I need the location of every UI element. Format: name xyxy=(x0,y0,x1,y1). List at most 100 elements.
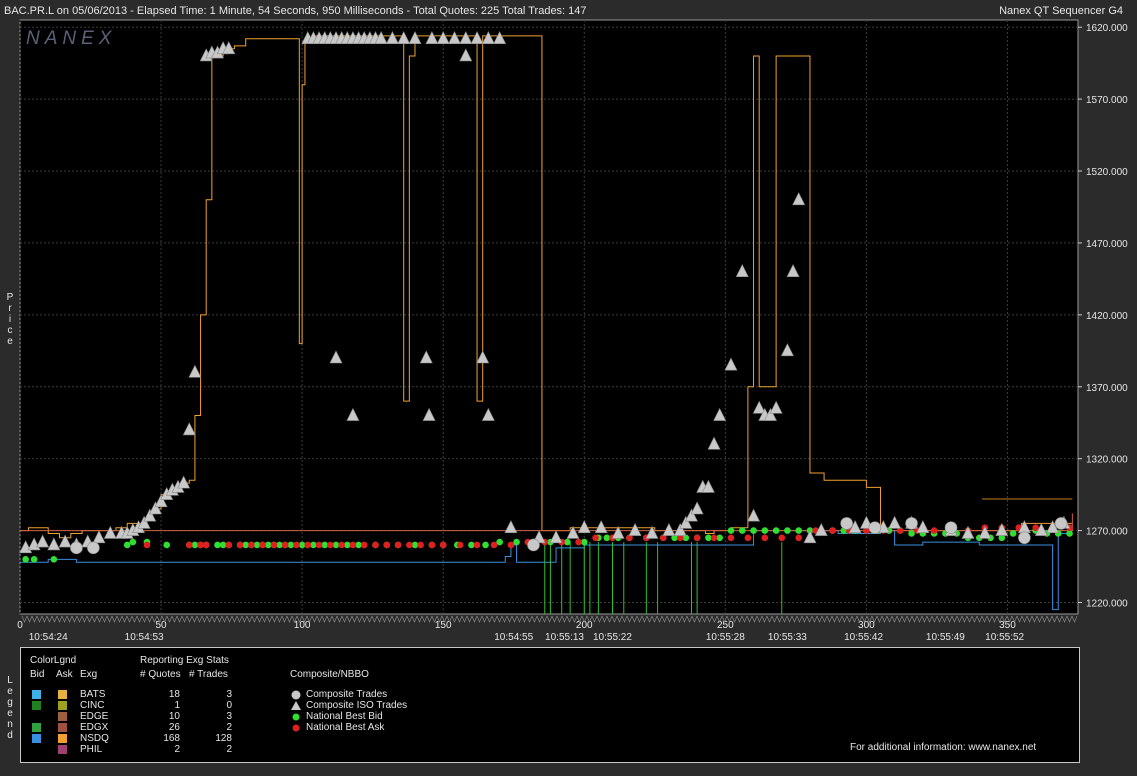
x-tick-label: 350 xyxy=(999,620,1016,631)
national-best-bid-point xyxy=(22,556,29,563)
national-best-ask-point xyxy=(417,541,424,549)
national-best-bid-point xyxy=(276,541,283,549)
national-best-ask-point xyxy=(693,534,701,542)
composite-header: Composite/NBBO xyxy=(290,669,369,680)
x-tick-label: 0 xyxy=(17,620,23,631)
legend-side-label-char: d xyxy=(7,730,13,741)
trades-column-header: # Trades xyxy=(189,669,228,680)
national-best-bid-point xyxy=(513,538,520,546)
x-tick-label: 300 xyxy=(858,620,875,631)
composite-trade-point xyxy=(70,541,83,555)
exchange-name: EDGE xyxy=(80,711,109,722)
time-label: 10:55:49 xyxy=(926,632,965,643)
national-best-ask-point xyxy=(293,541,300,549)
national-best-bid-point xyxy=(332,541,340,549)
trade-count: 2 xyxy=(226,722,232,733)
national-best-ask-point xyxy=(143,541,151,549)
national-best-ask-point xyxy=(360,541,368,549)
legend-side-label-char: e xyxy=(7,708,13,719)
composite-trade-point xyxy=(87,541,100,555)
national-best-bid-point xyxy=(1009,530,1017,537)
national-best-bid-point xyxy=(716,534,723,542)
national-best-ask-point xyxy=(372,541,379,549)
y-tick-label: 1270.000 xyxy=(1086,527,1128,538)
composite-trade-point xyxy=(905,517,918,530)
national-best-bid-point xyxy=(343,541,351,549)
national-best-bid-point xyxy=(738,527,746,534)
y-tick-label: 1220.000 xyxy=(1086,598,1128,609)
national-best-ask-point xyxy=(338,541,345,549)
color-legend-header: ColorLgnd xyxy=(30,655,77,666)
ask-column-header: Ask xyxy=(56,669,73,680)
national-best-ask-point xyxy=(829,527,836,534)
time-label: 10:54:24 xyxy=(29,632,68,643)
national-best-ask-point xyxy=(270,541,278,549)
time-label: 10:55:13 xyxy=(545,632,584,643)
ask-color-swatch xyxy=(58,745,67,754)
national-best-ask-point xyxy=(456,541,464,549)
national-best-bid-point xyxy=(321,541,329,549)
time-label: 10:55:33 xyxy=(768,632,807,643)
quotes-column-header: # Quotes xyxy=(140,669,181,680)
legend-side-label-char: e xyxy=(7,686,13,697)
national-best-ask-point xyxy=(236,541,244,549)
quote-count: 2 xyxy=(174,744,180,755)
time-label: 10:54:53 xyxy=(125,632,164,643)
national-best-bid-point xyxy=(603,534,611,542)
trade-count: 3 xyxy=(226,689,232,700)
national-best-bid-point xyxy=(580,538,588,546)
quote-count: 168 xyxy=(163,733,180,744)
national-best-ask-point xyxy=(795,534,802,542)
national-best-ask-point xyxy=(406,541,413,549)
legend-side-label: Legend xyxy=(5,675,15,741)
bid-color-swatch xyxy=(32,690,41,699)
national-best-ask-point xyxy=(304,541,312,549)
bid-color-swatch xyxy=(32,712,41,721)
composite-trade-point xyxy=(944,521,958,535)
national-best-ask-point xyxy=(394,541,402,549)
national-best-ask-point xyxy=(778,534,786,542)
ask-color-swatch xyxy=(58,723,67,732)
national-best-ask-point xyxy=(197,541,204,549)
quote-count: 18 xyxy=(168,689,180,700)
exchange-name: PHIL xyxy=(80,744,103,755)
national-best-bid-point xyxy=(287,541,295,549)
national-best-bid-point xyxy=(298,541,306,549)
national-best-ask-point xyxy=(473,541,481,549)
info-link[interactable]: For additional information: www.nanex.ne… xyxy=(850,742,1036,753)
national-best-bid-point xyxy=(253,541,261,549)
iso-trade-marker-icon xyxy=(291,701,301,710)
composite-trade-point xyxy=(1054,517,1068,530)
nbbo-marker-icon xyxy=(292,724,300,732)
y-tick-label: 1570.000 xyxy=(1086,95,1128,106)
national-best-bid-point xyxy=(468,541,475,549)
y-tick-label: 1370.000 xyxy=(1086,383,1128,394)
time-label: 10:55:28 xyxy=(706,632,745,643)
national-best-bid-point xyxy=(163,541,171,549)
exchange-column-header: Exg xyxy=(80,669,98,680)
composite-label: Composite Trades xyxy=(306,689,388,700)
national-best-ask-point xyxy=(349,541,357,549)
national-best-bid-point xyxy=(264,541,272,549)
national-best-bid-point xyxy=(772,527,780,534)
trade-count: 3 xyxy=(226,711,232,722)
time-label: 10:55:22 xyxy=(593,632,632,643)
national-best-bid-point xyxy=(784,527,791,534)
national-best-bid-point xyxy=(219,541,227,549)
national-best-bid-point xyxy=(482,541,489,549)
legend-side-label-char: L xyxy=(7,675,13,686)
price-chart[interactable]: NANEX 1620.000 1570.000 1520.000 1470.000 142… xyxy=(0,0,1137,645)
national-best-ask-point xyxy=(575,538,582,546)
ask-color-swatch xyxy=(58,734,67,743)
exchange-name: NSDQ xyxy=(80,733,109,744)
national-best-ask-point xyxy=(744,534,752,542)
national-best-ask-point xyxy=(490,541,498,549)
national-best-ask-point xyxy=(439,541,447,549)
national-best-bid-point xyxy=(50,556,58,563)
national-best-ask-point xyxy=(761,534,769,542)
national-best-bid-point xyxy=(705,534,712,542)
national-best-bid-point xyxy=(355,541,362,549)
national-best-bid-point xyxy=(727,527,735,534)
national-best-ask-point xyxy=(202,541,210,549)
x-tick-label: 100 xyxy=(294,620,311,631)
